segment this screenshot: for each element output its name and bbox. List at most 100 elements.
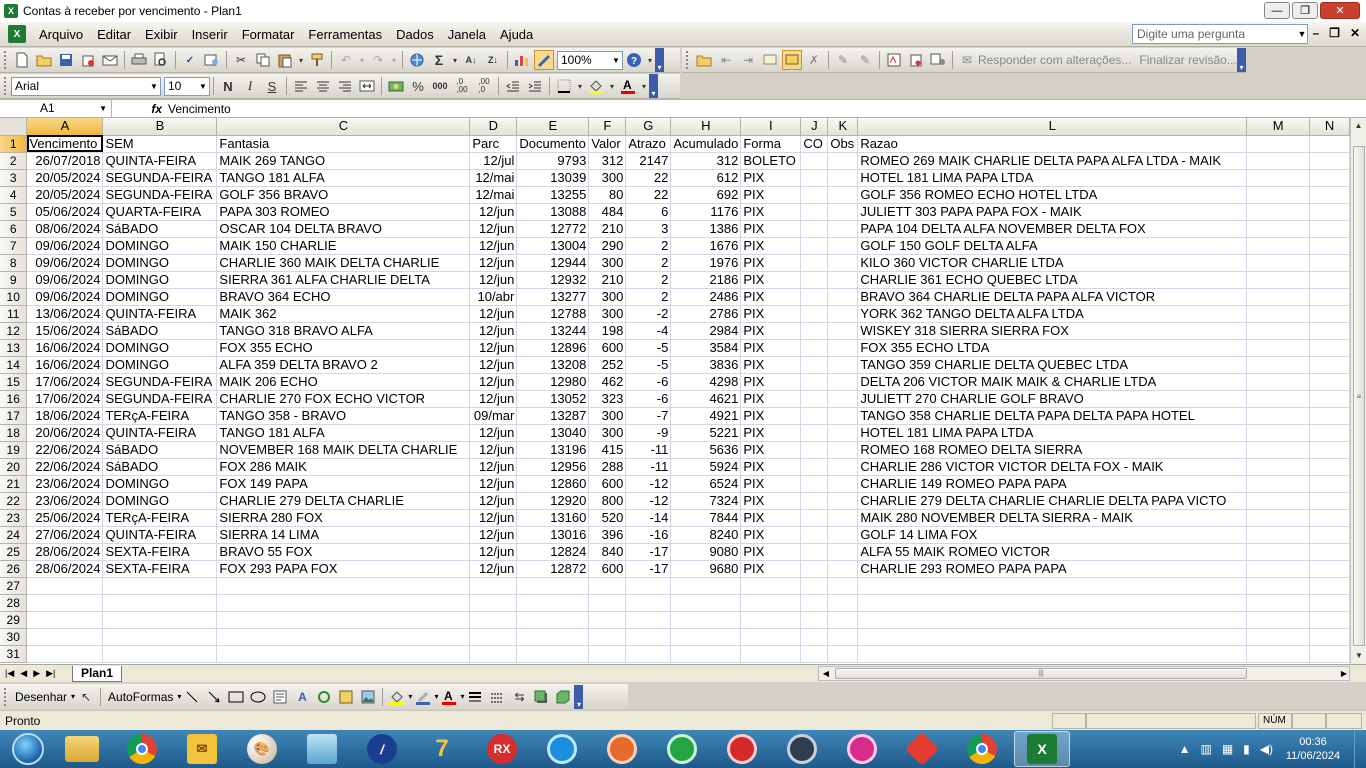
paste-icon[interactable] (275, 50, 295, 70)
3d-style-icon[interactable] (553, 687, 573, 707)
print-icon[interactable] (129, 50, 149, 70)
cell[interactable]: 12/jun (469, 458, 518, 476)
cell[interactable] (800, 152, 829, 170)
cell[interactable] (588, 645, 627, 663)
cell[interactable]: 12/jun (469, 560, 518, 578)
cell[interactable]: MAIK 269 TANGO (216, 152, 471, 170)
cell[interactable]: -16 (625, 526, 672, 544)
cell[interactable]: 13160 (516, 509, 590, 527)
cell[interactable] (740, 645, 802, 663)
reply-with-changes-button[interactable]: Responder com alterações... (978, 53, 1131, 67)
scroll-down-icon[interactable]: ▼ (1351, 648, 1366, 664)
cell[interactable]: 13052 (516, 390, 590, 408)
cell[interactable] (827, 373, 859, 391)
cell[interactable] (1309, 526, 1350, 544)
cell[interactable]: 2984 (670, 322, 742, 340)
cell[interactable] (827, 509, 859, 527)
taskbar-remote-pink[interactable] (834, 731, 890, 767)
protect-icon[interactable] (906, 50, 926, 70)
row-header[interactable]: 10 (0, 288, 28, 306)
cell[interactable]: 10/abr (469, 288, 518, 306)
cell[interactable]: 252 (588, 356, 627, 374)
cell[interactable] (1246, 254, 1311, 272)
cell[interactable] (1309, 543, 1350, 561)
cell[interactable]: 13196 (516, 441, 590, 459)
row-header[interactable]: 12 (0, 322, 28, 340)
cell[interactable] (1246, 356, 1311, 374)
cell[interactable]: SEXTA-FEIRA (102, 543, 218, 561)
cell[interactable]: 12956 (516, 458, 590, 476)
cell[interactable]: 12/jun (469, 543, 518, 561)
cell[interactable]: DELTA 206 VICTOR MAIK MAIK & CHARLIE LTD… (857, 373, 1248, 391)
cell[interactable]: 800 (588, 492, 627, 510)
cell[interactable]: 12/jun (469, 220, 518, 238)
cell[interactable] (800, 288, 829, 306)
delete-comment-icon[interactable]: ✗ (804, 50, 824, 70)
cell[interactable] (827, 305, 859, 323)
increase-indent-icon[interactable] (525, 76, 545, 96)
cell[interactable]: PIX (740, 339, 802, 357)
column-header-f[interactable]: F (588, 118, 627, 136)
cell[interactable]: ALFA 359 DELTA BRAVO 2 (216, 356, 471, 374)
fill-color-icon[interactable] (586, 76, 606, 96)
cell[interactable] (740, 594, 802, 612)
cell[interactable]: -11 (625, 441, 672, 459)
column-header-b[interactable]: B (102, 118, 218, 136)
cell[interactable]: 288 (588, 458, 627, 476)
cell[interactable]: TERçA-FEIRA (102, 407, 218, 425)
menu-editar[interactable]: Editar (90, 22, 138, 47)
cell[interactable]: PIX (740, 526, 802, 544)
cell[interactable]: 13208 (516, 356, 590, 374)
cell[interactable]: 20/05/2024 (26, 169, 104, 187)
cell[interactable]: -12 (625, 475, 672, 493)
cell[interactable]: 13039 (516, 169, 590, 187)
cell[interactable]: 12824 (516, 543, 590, 561)
cell[interactable]: 26/07/2018 (26, 152, 104, 170)
cell[interactable] (800, 441, 829, 459)
cell[interactable]: NOVEMBER 168 MAIK DELTA CHARLIE (216, 441, 471, 459)
cell[interactable]: PIX (740, 220, 802, 238)
hyperlink-icon[interactable] (407, 50, 427, 70)
toolbar-options-icon[interactable]: ▾ (1237, 48, 1246, 72)
cell[interactable]: PIX (740, 407, 802, 425)
underline-button[interactable]: S (262, 76, 282, 96)
cell[interactable] (800, 186, 829, 204)
save-icon[interactable] (56, 50, 76, 70)
cell[interactable] (1309, 475, 1350, 493)
cell[interactable] (827, 577, 859, 595)
cell[interactable] (1246, 373, 1311, 391)
hide-ink-icon[interactable]: ✎ (855, 50, 875, 70)
row-header[interactable]: 3 (0, 169, 28, 187)
cell[interactable]: FOX 149 PAPA (216, 475, 471, 493)
taskbar-file-explorer[interactable] (54, 731, 110, 767)
row-header[interactable]: 6 (0, 220, 28, 238)
cell[interactable] (800, 628, 829, 646)
cell[interactable]: 612 (670, 169, 742, 187)
clock[interactable]: 00:36 11/06/2024 (1278, 735, 1348, 763)
cell[interactable] (1246, 611, 1311, 629)
cell[interactable]: -2 (625, 305, 672, 323)
row-header[interactable]: 11 (0, 305, 28, 323)
cell[interactable] (1309, 424, 1350, 442)
cell[interactable]: JULIETT 303 PAPA PAPA FOX - MAIK (857, 203, 1248, 221)
cell[interactable] (827, 390, 859, 408)
cell[interactable]: ALFA 55 MAIK ROMEO VICTOR (857, 543, 1248, 561)
cell[interactable]: SIERRA 280 FOX (216, 509, 471, 527)
scroll-up-icon[interactable]: ▲ (1351, 118, 1366, 134)
cell[interactable] (1309, 305, 1350, 323)
cell[interactable]: SEGUNDA-FEIRA (102, 169, 218, 187)
cell[interactable]: 28/06/2024 (26, 560, 104, 578)
cell[interactable] (1246, 458, 1311, 476)
cell[interactable]: 12944 (516, 254, 590, 272)
cell[interactable]: 2186 (670, 271, 742, 289)
cell[interactable]: 13/06/2024 (26, 305, 104, 323)
cell[interactable]: TANGO 359 CHARLIE DELTA QUEBEC LTDA (857, 356, 1248, 374)
cell[interactable]: 8240 (670, 526, 742, 544)
cell[interactable] (800, 492, 829, 510)
cell[interactable]: 13277 (516, 288, 590, 306)
cell[interactable]: 12/mai (469, 186, 518, 204)
cell[interactable]: 12/mai (469, 169, 518, 187)
rectangle-icon[interactable] (226, 687, 246, 707)
cell[interactable] (516, 628, 590, 646)
row-header[interactable]: 27 (0, 577, 28, 595)
